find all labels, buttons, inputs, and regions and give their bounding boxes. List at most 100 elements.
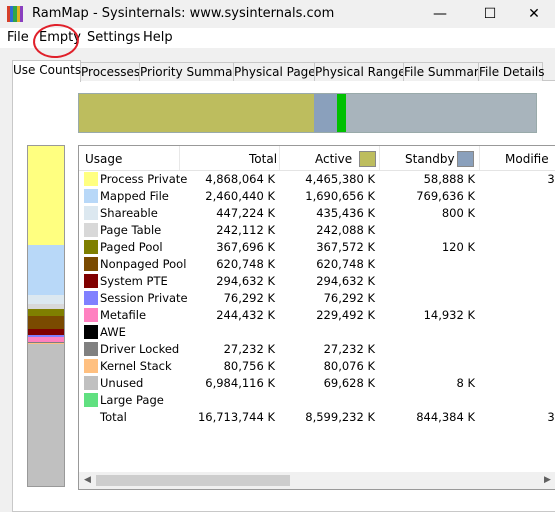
cell-active: 229,492 K — [316, 308, 375, 322]
cell-total: 4,868,064 K — [205, 172, 275, 186]
cell-standby: 769,636 K — [416, 189, 475, 203]
cell-modified: 34 — [547, 172, 555, 186]
row-label: Total — [100, 410, 127, 424]
row-label: Large Page — [100, 393, 164, 407]
table-row[interactable]: Session Private76,292 K76,292 K — [79, 290, 555, 307]
row-label: Process Private — [100, 172, 187, 186]
tab-file-summary[interactable]: File Summary — [403, 62, 479, 81]
cell-active: 435,436 K — [316, 206, 375, 220]
table-row[interactable]: Large Page — [79, 392, 555, 409]
row-color-swatch — [84, 189, 98, 203]
summary-bar-segment-free — [346, 94, 536, 132]
menu-file[interactable]: File — [7, 30, 29, 45]
col-total[interactable]: Total — [249, 152, 277, 166]
use-counts-table: Usage Total Active Standby Modifie Proce… — [78, 145, 555, 490]
cell-total: 244,432 K — [216, 308, 275, 322]
usage-bar-segment — [28, 295, 64, 304]
cell-total: 2,460,440 K — [205, 189, 275, 203]
table-row[interactable]: Shareable447,224 K435,436 K800 K1 — [79, 205, 555, 222]
table-row[interactable]: Process Private4,868,064 K4,465,380 K58,… — [79, 171, 555, 188]
minimize-button[interactable]: — — [417, 0, 463, 28]
cell-active: 76,292 K — [324, 291, 375, 305]
tab-physical-ranges[interactable]: Physical Ranges — [314, 62, 404, 81]
row-color-swatch — [84, 393, 98, 407]
row-label: Metafile — [100, 308, 146, 322]
close-button[interactable]: ✕ — [511, 0, 555, 28]
cell-total: 16,713,744 K — [198, 410, 275, 424]
cell-active: 242,088 K — [316, 223, 375, 237]
column-divider[interactable] — [479, 146, 480, 170]
row-label: Shareable — [100, 206, 158, 220]
row-color-swatch — [84, 240, 98, 254]
column-divider[interactable] — [279, 146, 280, 170]
table-row[interactable]: Kernel Stack80,756 K80,076 K — [79, 358, 555, 375]
cell-standby: 58,888 K — [424, 172, 475, 186]
tab-use-counts[interactable]: Use Counts — [12, 60, 81, 82]
column-divider[interactable] — [179, 146, 180, 170]
col-usage[interactable]: Usage — [85, 152, 122, 166]
table-row[interactable]: Total16,713,744 K8,599,232 K844,384 K35 — [79, 409, 555, 426]
cell-modified: 35 — [547, 410, 555, 424]
summary-bar-segment-active — [79, 94, 314, 132]
col-modified[interactable]: Modifie — [505, 152, 549, 166]
table-row[interactable]: Metafile244,432 K229,492 K14,932 K — [79, 307, 555, 324]
row-label: Kernel Stack — [100, 359, 172, 373]
memory-summary-bar — [78, 93, 537, 133]
scroll-left-arrow-icon[interactable]: ◀ — [79, 472, 96, 489]
cell-active: 69,628 K — [324, 376, 375, 390]
tab-priority-summary[interactable]: Priority Summary — [139, 62, 234, 81]
rammap-app-icon — [7, 6, 23, 22]
col-standby[interactable]: Standby — [405, 152, 455, 166]
row-color-swatch — [84, 359, 98, 373]
cell-standby: 800 K — [442, 206, 475, 220]
cell-active: 1,690,656 K — [305, 189, 375, 203]
table-row[interactable]: Nonpaged Pool620,748 K620,748 K — [79, 256, 555, 273]
table-row[interactable]: Mapped File2,460,440 K1,690,656 K769,636… — [79, 188, 555, 205]
cell-active: 27,232 K — [324, 342, 375, 356]
tab-physical-pages[interactable]: Physical Pages — [233, 62, 315, 81]
column-divider[interactable] — [379, 146, 380, 170]
summary-bar-segment-modified — [337, 94, 346, 132]
tab-processes[interactable]: Processes — [80, 62, 140, 81]
cell-total: 76,292 K — [224, 291, 275, 305]
table-row[interactable]: Driver Locked27,232 K27,232 K — [79, 341, 555, 358]
active-color-swatch — [359, 151, 376, 167]
cell-total: 367,696 K — [216, 240, 275, 254]
row-label: Paged Pool — [100, 240, 163, 254]
tab-file-details[interactable]: File Details — [478, 62, 543, 81]
menu-settings[interactable]: Settings — [87, 30, 140, 45]
row-color-swatch — [84, 325, 98, 339]
cell-total: 80,756 K — [224, 359, 275, 373]
table-row[interactable]: Page Table242,112 K242,088 K — [79, 222, 555, 239]
usage-bar-segment — [28, 316, 64, 329]
row-label: Driver Locked — [100, 342, 179, 356]
row-color-swatch — [84, 274, 98, 288]
row-label: AWE — [100, 325, 126, 339]
row-color-swatch — [84, 223, 98, 237]
cell-active: 367,572 K — [316, 240, 375, 254]
horizontal-scrollbar[interactable]: ◀ ▶ — [79, 472, 555, 489]
row-label: Nonpaged Pool — [100, 257, 186, 271]
row-color-swatch — [84, 172, 98, 186]
table-row[interactable]: Paged Pool367,696 K367,572 K120 K — [79, 239, 555, 256]
cell-standby: 8 K — [456, 376, 475, 390]
maximize-button[interactable]: ☐ — [467, 0, 513, 28]
scrollbar-thumb[interactable] — [96, 475, 290, 486]
table-row[interactable]: AWE — [79, 324, 555, 341]
cell-standby: 844,384 K — [416, 410, 475, 424]
cell-total: 447,224 K — [216, 206, 275, 220]
usage-bar-segment — [28, 245, 64, 295]
row-color-swatch — [84, 257, 98, 271]
table-row[interactable]: System PTE294,632 K294,632 K — [79, 273, 555, 290]
standby-color-swatch — [457, 151, 474, 167]
col-active[interactable]: Active — [315, 152, 352, 166]
cell-active: 294,632 K — [316, 274, 375, 288]
cell-total: 620,748 K — [216, 257, 275, 271]
table-row[interactable]: Unused6,984,116 K69,628 K8 K — [79, 375, 555, 392]
usage-bar-segment — [28, 309, 64, 316]
row-color-swatch — [84, 342, 98, 356]
menu-help[interactable]: Help — [143, 30, 173, 45]
row-color-swatch — [84, 291, 98, 305]
cell-total: 6,984,116 K — [205, 376, 275, 390]
scroll-right-arrow-icon[interactable]: ▶ — [539, 472, 555, 489]
